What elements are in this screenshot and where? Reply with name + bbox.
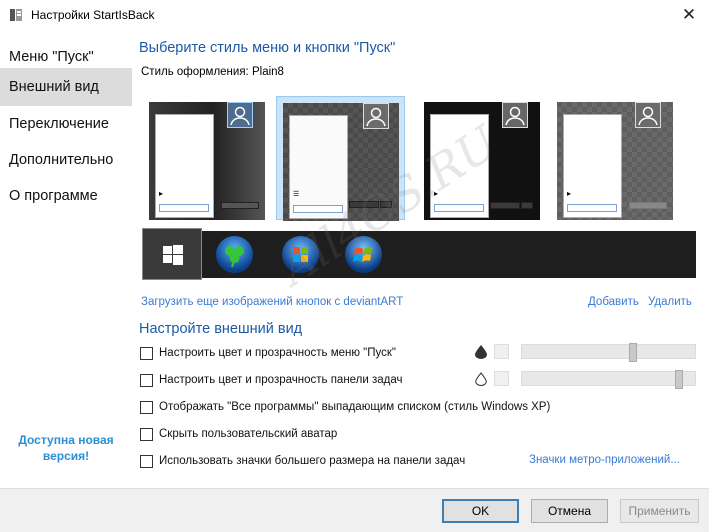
arrow-icon: ▸ <box>159 189 164 198</box>
style-preview-4[interactable]: ▸ <box>551 96 680 220</box>
option-large-icons[interactable]: Использовать значки большего размера на … <box>140 453 465 469</box>
ok-button[interactable]: OK <box>442 499 519 523</box>
footer: OK Отмена Применить <box>0 488 709 532</box>
metro-icons-link[interactable]: Значки метро-приложений... <box>529 454 680 466</box>
style-label-text: Стиль оформления: <box>141 66 249 78</box>
checkbox[interactable] <box>140 346 153 360</box>
page-title: Выберите стиль меню и кнопки "Пуск" <box>139 40 396 56</box>
checkbox[interactable] <box>140 373 153 387</box>
window-title: Настройки StartIsBack <box>31 8 155 22</box>
shutdown-button-preview <box>490 202 520 209</box>
search-box <box>567 204 617 212</box>
option-taskbar-color[interactable]: Настроить цвет и прозрачность панели зад… <box>140 372 403 388</box>
sidebar-item-advanced[interactable]: Дополнительно <box>0 141 132 179</box>
orb-selected[interactable] <box>142 228 202 280</box>
appearance-heading: Настройте внешний вид <box>139 321 303 337</box>
shutdown-arrow-preview <box>521 202 533 209</box>
avatar <box>363 103 389 129</box>
option-label: Настроить цвет и прозрачность меню "Пуск… <box>159 347 396 359</box>
style-preview-1[interactable]: ▸ <box>143 96 272 220</box>
download-buttons-link[interactable]: Загрузить еще изображений кнопок с devia… <box>141 296 403 308</box>
style-value: Plain8 <box>251 66 284 78</box>
arrow-icon: ▸ <box>567 189 572 198</box>
option-label: Скрыть пользовательский аватар <box>159 428 338 440</box>
checkbox[interactable] <box>140 454 153 468</box>
menu-color-swatch[interactable] <box>494 344 509 359</box>
clover-icon[interactable] <box>216 236 253 273</box>
windows8-icon <box>163 245 183 265</box>
shutdown-button-preview <box>629 202 667 209</box>
update-available-link[interactable]: Доступна новая версия! <box>0 432 132 464</box>
avatar <box>635 102 661 128</box>
checkbox[interactable] <box>140 400 153 414</box>
slider-thumb[interactable] <box>629 343 637 362</box>
option-label: Отображать "Все программы" выпадающим сп… <box>159 401 551 413</box>
start-button-strip <box>142 228 696 280</box>
menu-transparency-slider[interactable] <box>521 343 696 362</box>
shutdown-button-preview <box>221 202 259 209</box>
title-bar: Настройки StartIsBack ✕ <box>0 0 709 30</box>
apply-button[interactable]: Применить <box>620 499 699 523</box>
list-icon: ☰ <box>293 191 300 198</box>
option-xp-all-programs[interactable]: Отображать "Все программы" выпадающим сп… <box>140 399 550 415</box>
option-label: Настроить цвет и прозрачность панели зад… <box>159 374 403 386</box>
taskbar-transparency-slider[interactable] <box>521 370 696 389</box>
search-box <box>159 204 209 212</box>
checkbox[interactable] <box>140 427 153 441</box>
avatar <box>502 102 528 128</box>
option-label: Использовать значки большего размера на … <box>159 455 466 467</box>
cancel-button[interactable]: Отмена <box>531 499 608 523</box>
close-icon: ✕ <box>681 5 697 24</box>
option-menu-color[interactable]: Настроить цвет и прозрачность меню "Пуск… <box>140 345 396 361</box>
taskbar-color-swatch[interactable] <box>494 371 509 386</box>
option-hide-avatar[interactable]: Скрыть пользовательский аватар <box>140 426 337 442</box>
sidebar-item-switching[interactable]: Переключение <box>0 105 132 143</box>
app-icon <box>10 9 22 21</box>
sidebar-item-appearance[interactable]: Внешний вид <box>0 68 132 106</box>
avatar <box>227 102 253 128</box>
drop-outline-icon <box>475 372 487 386</box>
close-button[interactable]: ✕ <box>676 4 702 26</box>
add-link[interactable]: Добавить <box>588 296 639 308</box>
slider-thumb[interactable] <box>675 370 683 389</box>
drop-filled-icon <box>475 345 487 359</box>
search-box <box>434 204 484 212</box>
style-label: Стиль оформления: Plain8 <box>141 66 284 78</box>
sidebar-item-about[interactable]: О программе <box>0 177 132 215</box>
remove-link[interactable]: Удалить <box>648 296 692 308</box>
